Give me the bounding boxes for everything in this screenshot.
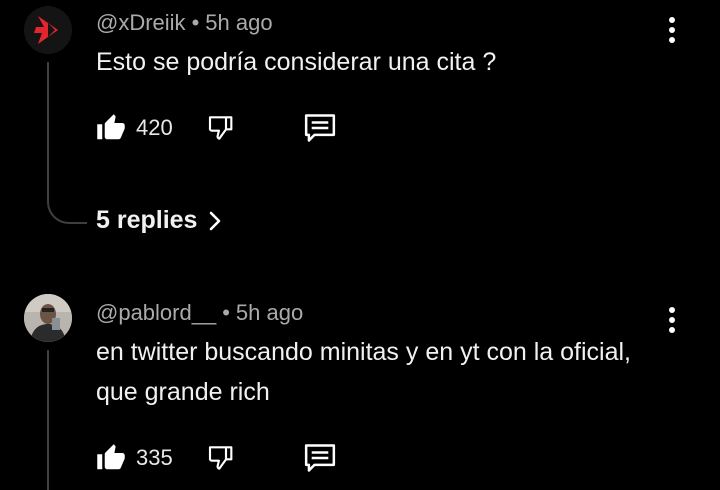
thumb-down-icon (208, 446, 233, 470)
author-name[interactable]: @xDreiik (96, 10, 186, 35)
comment: @pablord__ • 5h ago en twitter buscando mi… (0, 290, 720, 490)
more-vert-icon[interactable] (660, 302, 684, 338)
reply-button[interactable] (302, 438, 338, 478)
view-replies-button[interactable]: 5 replies (96, 206, 223, 235)
timestamp: 5h ago (205, 10, 273, 35)
comment-meta: @pablord__ • 5h ago (96, 300, 303, 326)
comment-text: en twitter buscando minitas y en yt con … (96, 338, 631, 406)
avatar[interactable] (24, 294, 72, 342)
more-vert-icon[interactable] (660, 12, 684, 48)
dislike-button[interactable] (206, 108, 238, 148)
avatar[interactable] (24, 6, 72, 54)
timestamp: 5h ago (235, 300, 304, 325)
like-button[interactable]: 335 (96, 438, 173, 478)
author-name[interactable]: @pablord__ (96, 300, 216, 325)
like-count: 335 (136, 445, 173, 470)
separator: • (191, 10, 200, 35)
separator: • (222, 300, 230, 325)
chevron-right-icon (210, 211, 221, 230)
comment-icon (304, 444, 336, 472)
comment-meta: @xDreiik • 5h ago (96, 10, 273, 36)
comment-text: Esto se podría considerar una cita ? (96, 48, 497, 76)
thumb-up-icon (97, 114, 125, 140)
thumb-up-icon (97, 444, 125, 470)
like-count: 420 (136, 115, 173, 140)
replies-label: 5 replies (96, 206, 198, 234)
thread-line (47, 350, 49, 490)
like-button[interactable]: 420 (96, 108, 173, 148)
reply-button[interactable] (302, 108, 338, 148)
thumb-down-icon (208, 116, 233, 140)
red-arrow-logo-icon (24, 6, 72, 54)
comment: @xDreiik • 5h ago Esto se podría considera… (0, 0, 720, 270)
comment-icon (304, 114, 336, 142)
person-photo-icon (24, 294, 72, 342)
thread-connector (47, 196, 87, 224)
dislike-button[interactable] (206, 438, 238, 478)
thread-line (47, 62, 49, 200)
